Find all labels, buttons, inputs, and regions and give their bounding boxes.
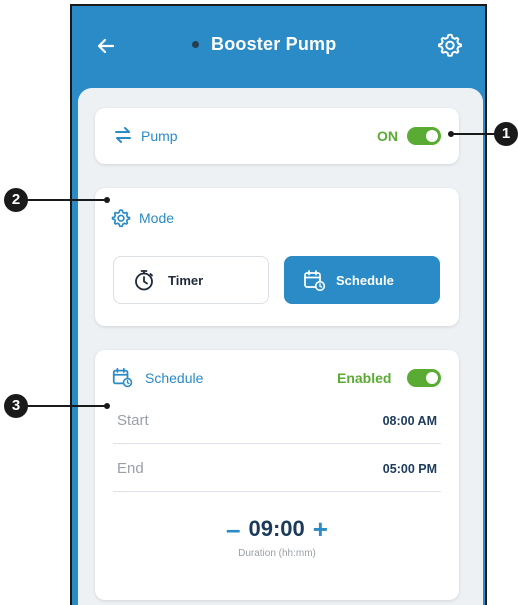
callout-number-3: 3 <box>4 394 28 418</box>
increase-duration-button[interactable]: + <box>305 516 336 542</box>
settings-cog-icon <box>111 209 131 228</box>
callout-line-3 <box>26 405 106 407</box>
title-wrap: Booster Pump <box>192 34 336 55</box>
pump-status-text: ON <box>377 128 398 144</box>
duration-caption: Duration (hh:mm) <box>238 548 316 559</box>
callout-dot-2 <box>104 197 110 203</box>
toggle-knob <box>426 372 438 384</box>
stopwatch-icon <box>135 270 153 291</box>
schedule-mode-label: Schedule <box>336 272 394 288</box>
callout-line-1 <box>452 133 498 135</box>
mode-label: Mode <box>139 210 175 226</box>
schedule-card: Schedule Enabled Start 08:00 AM End 05:0… <box>95 350 459 600</box>
decrease-duration-button[interactable]: – <box>218 516 248 542</box>
callout-line-2 <box>26 199 106 201</box>
timer-mode-button[interactable]: Timer <box>113 256 269 304</box>
toggle-knob <box>426 130 438 142</box>
gear-icon <box>437 33 463 57</box>
page-title: Booster Pump <box>211 34 337 54</box>
callout-dot-3 <box>104 403 110 409</box>
callout-number-1: 1 <box>494 122 518 146</box>
phone-frame: Booster Pump Pump ON Mode Timer Schedule… <box>70 4 487 605</box>
end-label: End <box>117 460 144 477</box>
settings-button[interactable] <box>437 32 463 58</box>
end-time-row[interactable]: End 05:00 PM <box>113 446 441 492</box>
calendar-clock-icon <box>112 367 133 388</box>
back-arrow-icon <box>97 38 115 54</box>
mode-card: Mode Timer Schedule <box>95 188 459 326</box>
schedule-toggle[interactable] <box>407 369 441 387</box>
status-dot <box>192 41 199 48</box>
calendar-clock-icon <box>304 270 326 292</box>
duration-line: – 09:00 + <box>95 516 459 542</box>
schedule-status-text: Enabled <box>337 370 392 386</box>
start-time-row[interactable]: Start 08:00 AM <box>113 398 441 444</box>
duration-value: 09:00 <box>248 516 305 541</box>
schedule-mode-button[interactable]: Schedule <box>284 256 440 304</box>
pump-card: Pump ON <box>95 108 459 164</box>
pump-label: Pump <box>141 128 178 144</box>
start-value: 08:00 AM <box>382 414 437 428</box>
content-area: Pump ON Mode Timer Schedule Schedule Ena… <box>78 88 483 605</box>
pump-toggle[interactable] <box>407 127 441 145</box>
start-label: Start <box>117 412 149 429</box>
schedule-label: Schedule <box>145 370 204 386</box>
sync-arrows-icon <box>115 127 131 143</box>
callout-dot-1 <box>448 131 454 137</box>
back-button[interactable] <box>94 34 118 58</box>
timer-label: Timer <box>168 272 204 288</box>
end-value: 05:00 PM <box>382 462 437 476</box>
app-bar: Booster Pump <box>72 6 485 92</box>
duration-control: – 09:00 + Duration (hh:mm) <box>95 516 459 559</box>
callout-number-2: 2 <box>4 188 28 212</box>
